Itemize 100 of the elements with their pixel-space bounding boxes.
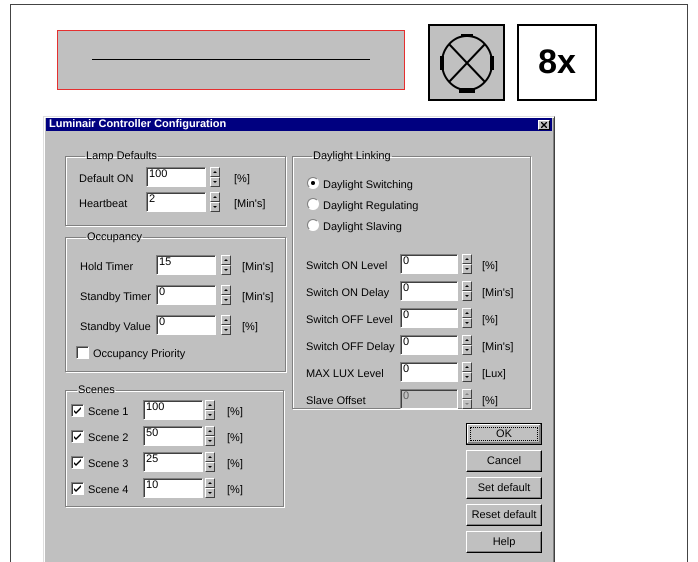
unit-label: [Min's] bbox=[242, 290, 274, 302]
close-button[interactable] bbox=[538, 120, 550, 130]
number-field[interactable]: 0 bbox=[400, 308, 458, 328]
number-field[interactable]: 0 bbox=[400, 335, 458, 355]
unit-label: [%] bbox=[482, 258, 499, 272]
spin-up-button[interactable] bbox=[221, 285, 231, 295]
number-field[interactable]: 100 bbox=[146, 167, 206, 187]
spin-down-button[interactable] bbox=[462, 372, 472, 382]
number-field[interactable]: 0 bbox=[156, 285, 216, 305]
spin-up-button[interactable] bbox=[462, 254, 472, 264]
dialog-button[interactable]: Help bbox=[466, 531, 542, 553]
unit-label: [%] bbox=[234, 172, 251, 184]
checkbox-label: Scene 2 bbox=[88, 430, 130, 444]
spin-down-button[interactable] bbox=[205, 436, 215, 446]
number-field[interactable]: 10 bbox=[143, 478, 203, 498]
number-field[interactable]: 0 bbox=[400, 254, 458, 274]
spin-down-button[interactable] bbox=[205, 462, 215, 472]
checkbox-label: Scene 4 bbox=[88, 482, 130, 496]
spin-up-button[interactable] bbox=[462, 281, 472, 291]
check-icon bbox=[74, 406, 81, 414]
field-label: Standby Value bbox=[80, 320, 152, 332]
field-label: Switch OFF Level bbox=[306, 312, 394, 326]
number-field[interactable]: 50 bbox=[143, 426, 203, 446]
unit-label: [Min's] bbox=[482, 340, 514, 352]
checkbox[interactable] bbox=[71, 404, 84, 416]
dialog-button[interactable]: Reset default bbox=[466, 504, 542, 526]
checkbox-label: Scene 3 bbox=[88, 456, 130, 470]
field-label: Standby Timer bbox=[80, 290, 152, 302]
radio-label: Daylight Regulating bbox=[323, 198, 418, 212]
spin-up-button[interactable] bbox=[205, 452, 215, 462]
spin-down-button[interactable] bbox=[205, 488, 215, 498]
spin-down-button[interactable] bbox=[205, 410, 215, 420]
checkbox[interactable] bbox=[71, 482, 84, 494]
check-icon bbox=[74, 484, 81, 492]
close-icon bbox=[541, 122, 547, 128]
number-field[interactable]: 2 bbox=[146, 192, 206, 212]
number-field[interactable]: 100 bbox=[143, 400, 203, 420]
spin-up-button[interactable] bbox=[210, 167, 220, 177]
group-title: Scenes bbox=[77, 384, 116, 396]
spin-down-button[interactable] bbox=[462, 291, 472, 301]
spin-up-button[interactable] bbox=[221, 255, 231, 265]
field-label: Switch OFF Delay bbox=[306, 340, 396, 352]
number-field[interactable]: 25 bbox=[143, 452, 203, 472]
unit-label: [%] bbox=[482, 394, 499, 406]
unit-label: [%] bbox=[227, 430, 244, 444]
spin-down-button[interactable] bbox=[221, 325, 231, 335]
spin-down-button[interactable] bbox=[221, 265, 231, 275]
unit-label: [%] bbox=[242, 320, 259, 332]
spin-down-button[interactable] bbox=[462, 345, 472, 355]
radio-button[interactable] bbox=[307, 219, 319, 231]
dialog-button[interactable]: Set default bbox=[466, 477, 542, 499]
number-field[interactable]: 15 bbox=[156, 255, 216, 275]
spin-up-button[interactable] bbox=[210, 192, 220, 202]
unit-label: [%] bbox=[227, 482, 244, 496]
unit-label: [%] bbox=[482, 312, 499, 326]
unit-label: [Lux] bbox=[482, 366, 507, 380]
lamp-icon bbox=[438, 32, 496, 94]
dialog-button[interactable]: OK bbox=[466, 423, 542, 445]
field-label: Switch ON Level bbox=[306, 258, 388, 272]
checkbox-label: Scene 1 bbox=[88, 404, 130, 418]
spin-down-button[interactable] bbox=[462, 264, 472, 274]
unit-label: [Min's] bbox=[234, 196, 266, 210]
spin-up-button[interactable] bbox=[205, 426, 215, 436]
spin-up-button[interactable] bbox=[462, 362, 472, 372]
radio-label: Daylight Switching bbox=[323, 178, 413, 190]
check-icon bbox=[74, 458, 81, 466]
spin-up-button[interactable] bbox=[205, 400, 215, 410]
group-title: Occupancy bbox=[86, 231, 144, 243]
spin-down-button[interactable] bbox=[221, 295, 231, 305]
window-title: Luminair Controller Configuration bbox=[49, 118, 226, 131]
spin-up-button[interactable] bbox=[462, 335, 472, 345]
radio-button[interactable] bbox=[307, 177, 319, 189]
check-icon bbox=[74, 432, 81, 440]
spin-down-button[interactable] bbox=[210, 202, 220, 212]
dialog-button[interactable]: Cancel bbox=[466, 450, 542, 472]
number-field[interactable]: 0 bbox=[156, 315, 216, 335]
occupancy-priority-checkbox[interactable]: Occupancy Priority bbox=[76, 344, 285, 360]
spin-up-button[interactable] bbox=[205, 478, 215, 488]
spin-up-button[interactable] bbox=[462, 308, 472, 318]
checkbox[interactable] bbox=[76, 346, 89, 358]
field-label: MAX LUX Level bbox=[306, 366, 385, 380]
field-label: Heartbeat bbox=[79, 196, 128, 210]
number-field[interactable]: 0 bbox=[400, 362, 458, 382]
spin-down-button[interactable] bbox=[462, 318, 472, 328]
checkbox[interactable] bbox=[71, 430, 84, 442]
spin-up-button[interactable] bbox=[221, 315, 231, 325]
spin-down-button[interactable] bbox=[210, 177, 220, 187]
radio-button[interactable] bbox=[307, 198, 319, 210]
number-field[interactable]: 0 bbox=[400, 281, 458, 301]
zoom-factor: 8x bbox=[517, 24, 597, 101]
checkbox-label: Occupancy Priority bbox=[93, 346, 186, 360]
group-title: Daylight Linking bbox=[312, 150, 392, 162]
checkbox[interactable] bbox=[71, 456, 84, 468]
field-label: Hold Timer bbox=[80, 260, 134, 272]
unit-label: [Min's] bbox=[242, 260, 274, 272]
radio-label: Daylight Slaving bbox=[323, 220, 402, 232]
unit-label: [%] bbox=[227, 456, 244, 470]
unit-label: [Min's] bbox=[482, 286, 514, 298]
group-title: Lamp Defaults bbox=[85, 150, 158, 162]
field-label: Switch ON Delay bbox=[306, 286, 390, 298]
